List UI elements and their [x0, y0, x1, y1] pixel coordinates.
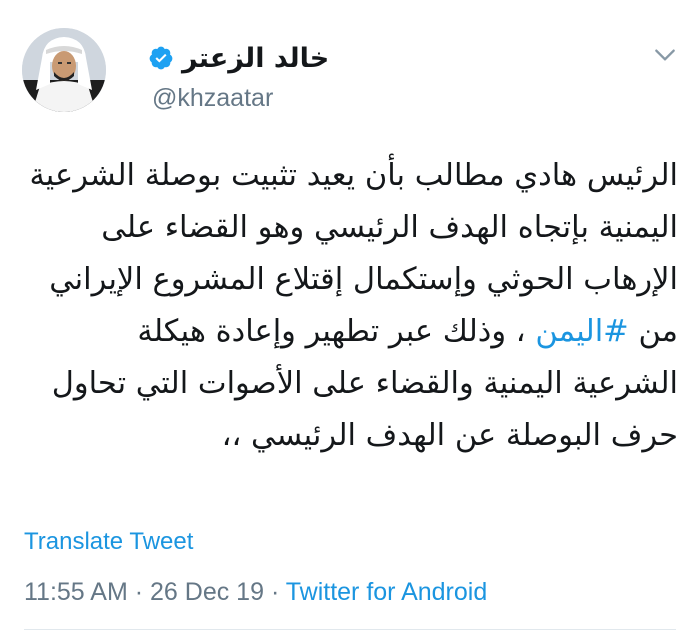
avatar[interactable] [22, 28, 106, 112]
author-display-name[interactable]: خالد الزعتر [182, 43, 329, 74]
tweet-metadata: 11:55 AM · 26 Dec 19 · Twitter for Andro… [24, 578, 487, 607]
meta-separator: · [134, 578, 144, 606]
tweet-time[interactable]: 11:55 AM [24, 578, 128, 606]
author-handle[interactable]: @khzaatar [152, 84, 273, 113]
chevron-down-icon[interactable] [652, 42, 678, 68]
translate-tweet-link[interactable]: Translate Tweet [24, 528, 193, 556]
divider [24, 629, 676, 630]
meta-separator: · [270, 578, 280, 606]
hashtag-link[interactable]: #اليمن [535, 314, 628, 349]
verified-badge-icon [149, 46, 173, 70]
tweet-date[interactable]: 26 Dec 19 [150, 578, 264, 606]
tweet-card: خالد الزعتر @khzaatar الرئيس هادي مطالب … [0, 0, 700, 644]
tweet-source-link[interactable]: Twitter for Android [286, 578, 487, 606]
author-name-row[interactable]: خالد الزعتر [148, 36, 329, 80]
tweet-text: الرئيس هادي مطالب بأن يعيد تثبيت بوصلة ا… [24, 150, 678, 462]
